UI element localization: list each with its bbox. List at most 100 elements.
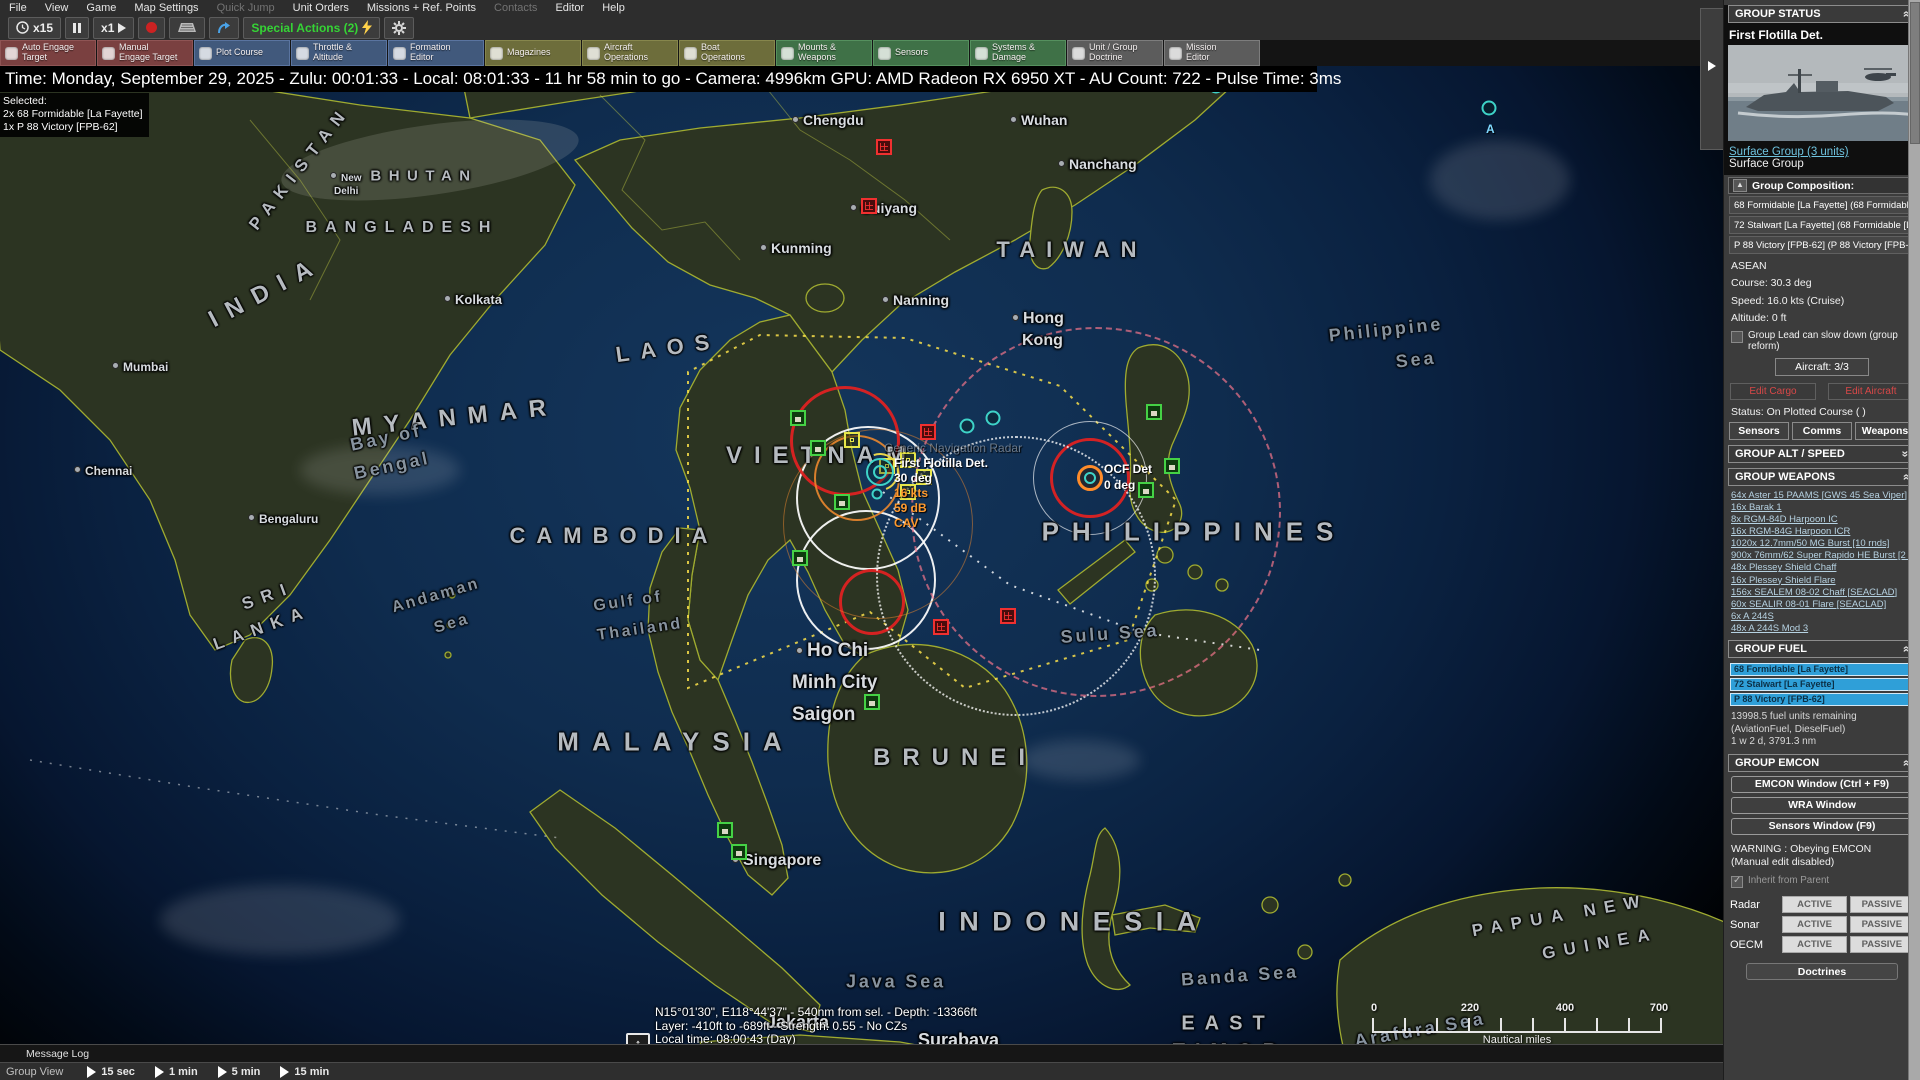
status-tab-button[interactable]: Weapons: [1855, 422, 1915, 440]
menu-item[interactable]: File: [0, 2, 36, 14]
group-alt-speed-header[interactable]: GROUP ALT / SPEED: [1728, 445, 1916, 463]
unit-label: 59 dB: [894, 501, 927, 515]
toolbar-button[interactable]: Throttle &Altitude: [291, 40, 387, 66]
toolbar-button[interactable]: Sensors: [873, 40, 969, 66]
group-fuel-header[interactable]: GROUP FUEL: [1728, 640, 1916, 658]
group-link[interactable]: Surface Group (3 units): [1724, 142, 1920, 158]
settings-button[interactable]: [384, 17, 414, 39]
unit-label: Generic Navigation Radar: [884, 441, 1022, 455]
chevron-right-icon: [1708, 61, 1716, 71]
course-label: Course: 30.3 deg: [1731, 277, 1913, 289]
toolbar-button-icon: [975, 47, 988, 60]
menu-item[interactable]: Map Settings: [125, 2, 207, 14]
edit-aircraft-button[interactable]: Edit Aircraft: [1828, 383, 1914, 400]
jump-button[interactable]: [209, 17, 239, 39]
curved-arrow-icon: [217, 21, 231, 35]
weapon-link[interactable]: 16x Barak 1: [1731, 502, 1913, 514]
pause-button[interactable]: [65, 17, 89, 39]
sidebar-scrollbar[interactable]: [1908, 0, 1920, 1080]
toolbar-button[interactable]: Plot Course: [194, 40, 290, 66]
time-compression-label: x15: [33, 21, 53, 35]
group-lead-checkbox[interactable]: [1731, 331, 1743, 343]
collapse-box-icon[interactable]: ▲: [1733, 179, 1747, 192]
lightning-icon: [362, 20, 372, 35]
selection-info: Selected: 2x 68 Formidable [La Fayette] …: [0, 93, 149, 137]
inherit-parent-checkbox[interactable]: [1731, 876, 1743, 888]
weapon-link[interactable]: 60x SEALIR 08-01 Flare [SEACLAD]: [1731, 599, 1913, 611]
toolbar-button[interactable]: ManualEngage Target: [97, 40, 193, 66]
weapon-link[interactable]: 16x RGM-84G Harpoon ICR: [1731, 526, 1913, 538]
composition-item[interactable]: P 88 Victory [FPB-62] (P 88 Victory [FPB…: [1729, 236, 1915, 254]
menu-item[interactable]: Quick Jump: [208, 2, 284, 14]
record-icon: [146, 22, 157, 33]
group-status-header[interactable]: GROUP STATUS: [1728, 5, 1916, 23]
toolbar-button[interactable]: Magazines: [485, 40, 581, 66]
emcon-window-button[interactable]: EMCON Window (Ctrl + F9): [1731, 776, 1913, 793]
toolbar-button[interactable]: Mounts &Weapons: [776, 40, 872, 66]
toolbar-button[interactable]: Systems &Damage: [970, 40, 1066, 66]
menu-item[interactable]: Unit Orders: [284, 2, 358, 14]
time-advance-button[interactable]: 5 min: [208, 1066, 271, 1078]
special-actions-button[interactable]: Special Actions (2): [243, 17, 380, 39]
weapon-link[interactable]: 156x SEALEM 08-02 Chaff [SEACLAD]: [1731, 587, 1913, 599]
status-tab-button[interactable]: Comms: [1792, 422, 1852, 440]
menu-item[interactable]: View: [36, 2, 78, 14]
status-tab-button[interactable]: Sensors: [1729, 422, 1789, 440]
toolbar-button[interactable]: Unit / GroupDoctrine: [1067, 40, 1163, 66]
emcon-window-button[interactable]: Sensors Window (F9): [1731, 818, 1913, 835]
message-log-bar[interactable]: Message Log ↑: [0, 1044, 1910, 1063]
group-weapons-header[interactable]: GROUP WEAPONS: [1728, 468, 1916, 486]
menu-item[interactable]: Contacts: [485, 2, 546, 14]
edit-cargo-button[interactable]: Edit Cargo: [1730, 383, 1816, 400]
fuel-bar[interactable]: P 88 Victory [FPB-62]: [1730, 693, 1914, 706]
play-icon: [87, 1066, 96, 1078]
doctrines-button[interactable]: Doctrines: [1746, 963, 1898, 980]
toolbar-button[interactable]: Auto EngageTarget: [0, 40, 96, 66]
weapon-link[interactable]: 48x Plessey Shield Chaff: [1731, 562, 1913, 574]
weapon-link[interactable]: 16x Plessey Shield Flare: [1731, 575, 1913, 587]
group-emcon-header[interactable]: GROUP EMCON: [1728, 754, 1916, 772]
menu-item[interactable]: Help: [593, 2, 634, 14]
composition-item[interactable]: 72 Stalwart [La Fayette] (68 Formidable …: [1729, 216, 1915, 234]
passive-button[interactable]: PASSIVE: [1850, 916, 1914, 933]
emcon-row: Sonar ACTIVE PASSIVE: [1730, 916, 1914, 933]
fuel-bar[interactable]: 68 Formidable [La Fayette]: [1730, 663, 1914, 676]
toolbar-button[interactable]: FormationEditor: [388, 40, 484, 66]
emcon-window-button[interactable]: WRA Window: [1731, 797, 1913, 814]
weapon-link[interactable]: 6x A 244S: [1731, 611, 1913, 623]
aircraft-button[interactable]: Aircraft: 3/3: [1775, 358, 1869, 376]
active-button[interactable]: ACTIVE: [1782, 896, 1846, 913]
sidebar-collapse-button[interactable]: [1700, 8, 1724, 150]
scrollbar-thumb[interactable]: [1910, 2, 1920, 144]
passive-button[interactable]: PASSIVE: [1850, 936, 1914, 953]
group-view-label: Group View: [0, 1066, 71, 1078]
toolbar-button[interactable]: AircraftOperations: [582, 40, 678, 66]
scale-tick-label: 0: [1371, 1002, 1377, 1014]
active-button[interactable]: ACTIVE: [1782, 916, 1846, 933]
composition-item[interactable]: 68 Formidable [La Fayette] (68 Formidabl…: [1729, 196, 1915, 214]
weapon-link[interactable]: 900x 76mm/62 Super Rapido HE Burst [2 rn: [1731, 550, 1913, 562]
weapon-link[interactable]: 48x A 244S Mod 3: [1731, 623, 1913, 635]
recorder-button[interactable]: [169, 17, 205, 39]
toolbar-button[interactable]: BoatOperations: [679, 40, 775, 66]
menu-item[interactable]: Game: [77, 2, 125, 14]
fuel-bar[interactable]: 72 Stalwart [La Fayette]: [1730, 678, 1914, 691]
emcon-warning: WARNING : Obeying EMCON: [1731, 843, 1913, 856]
weapon-link[interactable]: 8x RGM-84D Harpoon IC: [1731, 514, 1913, 526]
time-advance-button[interactable]: 15 min: [270, 1066, 339, 1078]
time-advance-button[interactable]: 15 sec: [77, 1066, 145, 1078]
cursor-status-line: Layer: -410ft to -689ft - Strength: 0.55…: [655, 1020, 1024, 1034]
passive-button[interactable]: PASSIVE: [1850, 896, 1914, 913]
menu-item[interactable]: Missions + Ref. Points: [358, 2, 485, 14]
time-compression-button[interactable]: x15: [8, 17, 61, 39]
menu-item[interactable]: Editor: [546, 2, 593, 14]
toolbar-button[interactable]: MissionEditor: [1164, 40, 1260, 66]
time-advance-button[interactable]: 1 min: [145, 1066, 208, 1078]
group-composition-header[interactable]: ▲ Group Composition:: [1728, 177, 1916, 194]
active-button[interactable]: ACTIVE: [1782, 936, 1846, 953]
weapon-link[interactable]: 1020x 12.7mm/50 MG Burst [10 rnds]: [1731, 538, 1913, 550]
record-button[interactable]: [138, 17, 165, 39]
map-viewport[interactable]: PAKISTANBHUTANBANGLADESHINDIAMYANMARLAOS…: [0, 0, 1724, 1080]
step-button[interactable]: x1: [93, 17, 134, 39]
weapon-link[interactable]: 64x Aster 15 PAAMS [GWS 45 Sea Viper]: [1731, 490, 1913, 502]
